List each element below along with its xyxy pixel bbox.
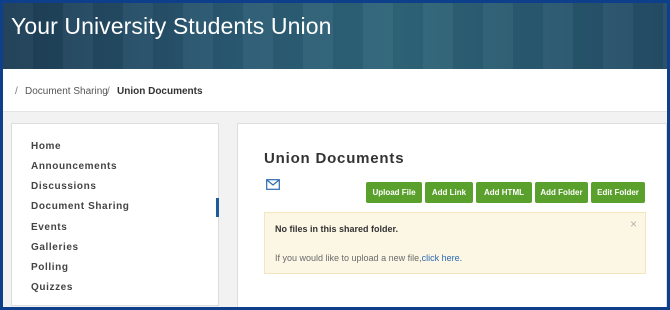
app-frame: Your University Students Union / Documen… [0,0,670,310]
alert-text: If you would like to upload a new file, [275,253,422,263]
sidebar-item-quizzes[interactable]: Quizzes [31,282,73,293]
sidebar-item-galleries[interactable]: Galleries [31,242,79,253]
sidebar-item-discussions[interactable]: Discussions [31,181,97,192]
upload-file-button[interactable]: Upload File [366,182,422,203]
edit-folder-button[interactable]: Edit Folder [591,182,645,203]
add-link-button[interactable]: Add Link [425,182,473,203]
sidebar-item-document-sharing[interactable]: Document Sharing [31,201,130,212]
sidebar-item-home[interactable]: Home [31,141,61,152]
empty-folder-alert: No files in this shared folder. × If you… [264,212,646,274]
main-content: Union Documents Upload File Add Link Add… [237,123,667,307]
sidebar-item-announcements[interactable]: Announcements [31,161,117,172]
add-html-button[interactable]: Add HTML [476,182,532,203]
upload-link[interactable]: click here. [422,253,463,263]
sidebar-item-polling[interactable]: Polling [31,262,69,273]
sidebar-nav: Home Announcements Discussions Document … [11,123,219,306]
breadcrumb-separator: / [15,86,18,97]
active-item-indicator [216,198,219,217]
add-folder-button[interactable]: Add Folder [535,182,588,203]
breadcrumb-separator: / [107,86,110,97]
close-icon[interactable]: × [630,217,637,231]
alert-message: If you would like to upload a new file,c… [275,253,462,263]
sidebar-item-events[interactable]: Events [31,222,67,233]
envelope-icon[interactable] [266,179,280,190]
header-banner: Your University Students Union [3,3,667,69]
site-title: Your University Students Union [11,13,332,39]
breadcrumb-item-document-sharing[interactable]: Document Sharing [25,86,108,97]
breadcrumb-item-current: Union Documents [117,86,203,97]
alert-heading: No files in this shared folder. [275,224,399,234]
page-title: Union Documents [264,150,405,167]
breadcrumb: / Document Sharing / Union Documents [3,69,667,112]
